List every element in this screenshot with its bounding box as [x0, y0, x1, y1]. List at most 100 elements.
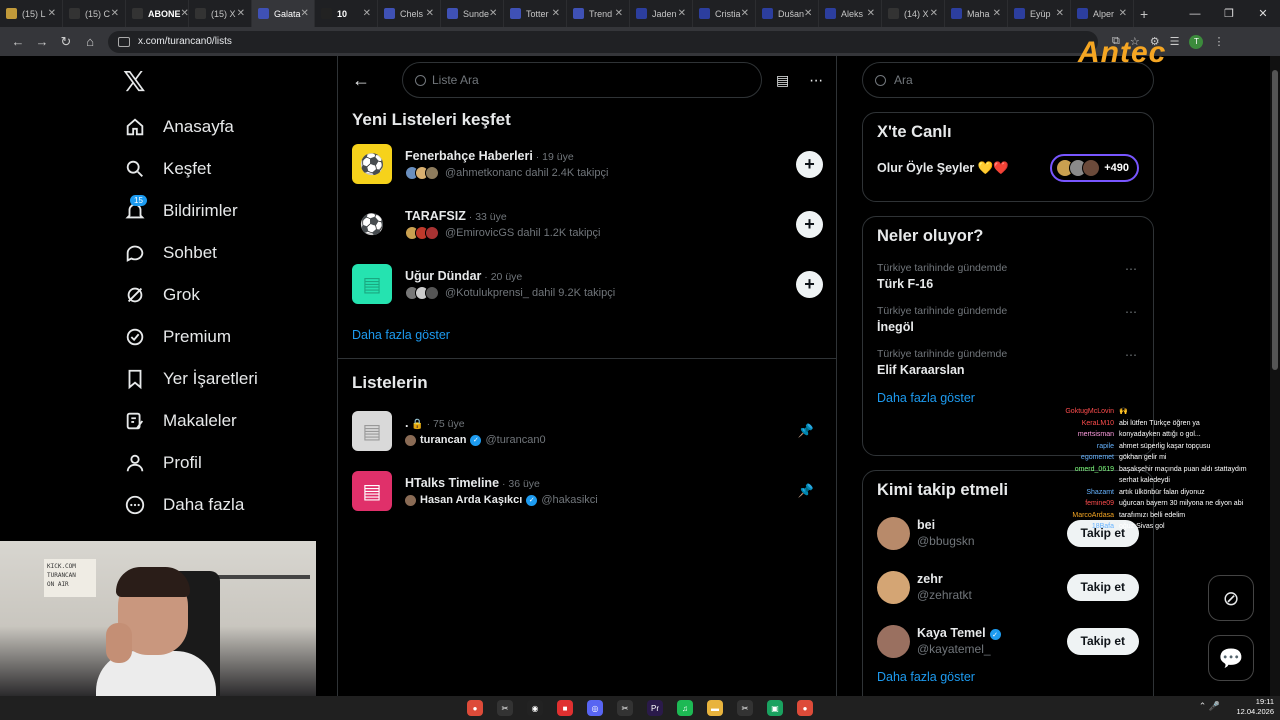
- chat-fab-icon[interactable]: 💬: [1208, 635, 1254, 681]
- suggested-user-row[interactable]: zehr @zehratkt Takip et: [863, 560, 1153, 614]
- browser-tab[interactable]: Maha ✕: [945, 0, 1008, 27]
- taskbar-discord-icon[interactable]: ◎: [587, 700, 603, 716]
- taskbar-capcut3-icon[interactable]: ✂: [737, 700, 753, 716]
- tab-close-icon[interactable]: ✕: [930, 8, 938, 19]
- trend-item[interactable]: Türkiye tarihinde gündemde Elif Karaarsla…: [863, 340, 1153, 383]
- discover-list-item[interactable]: ⚽ TARAFSIZ · 33 üye @EmirovicGS dahil 1.2K…: [338, 194, 836, 254]
- follow-list-plus-button[interactable]: +: [796, 271, 823, 298]
- pin-icon[interactable]: 📌: [798, 423, 814, 439]
- tab-close-icon[interactable]: ✕: [489, 8, 497, 19]
- browser-tab[interactable]: Totter ✕: [504, 0, 567, 27]
- more-options-icon[interactable]: ⋯: [809, 72, 823, 89]
- taskbar-capcut-icon[interactable]: ✂: [497, 700, 513, 716]
- tab-close-icon[interactable]: ✕: [1056, 8, 1064, 19]
- tab-close-icon[interactable]: ✕: [111, 8, 119, 19]
- tab-close-icon[interactable]: ✕: [181, 8, 188, 19]
- taskbar-spotify-icon[interactable]: ♫: [677, 700, 693, 716]
- browser-tab[interactable]: Chels ✕: [378, 0, 441, 27]
- sidebar-item-makaleler[interactable]: Makaleler: [120, 400, 258, 442]
- tab-close-icon[interactable]: ✕: [993, 8, 1001, 19]
- reload-icon[interactable]: ↻: [54, 34, 78, 50]
- discover-list-item[interactable]: ▤ Uğur Dündar · 20 üye @Kotulukprensi_ dah…: [338, 254, 836, 314]
- tab-close-icon[interactable]: ✕: [48, 8, 56, 19]
- follow-button[interactable]: Takip et: [1066, 573, 1139, 601]
- tab-close-icon[interactable]: ✕: [363, 8, 371, 19]
- trends-show-more-link[interactable]: Daha fazla göster: [863, 391, 1153, 405]
- tab-close-icon[interactable]: ✕: [867, 8, 875, 19]
- taskbar-premiere-icon[interactable]: Pr: [647, 700, 663, 716]
- new-tab-icon[interactable]: +: [1134, 0, 1154, 27]
- trend-item[interactable]: Türkiye tarihinde gündemde İnegöl ⋯: [863, 297, 1153, 340]
- tab-close-icon[interactable]: ✕: [1119, 8, 1127, 19]
- home-browser-icon[interactable]: ⌂: [78, 34, 102, 49]
- page-scrollbar[interactable]: [1270, 56, 1280, 696]
- pin-icon[interactable]: 📌: [798, 483, 814, 499]
- follow-list-plus-button[interactable]: +: [796, 211, 823, 238]
- tab-close-icon[interactable]: ✕: [301, 8, 309, 19]
- live-space-row[interactable]: Olur Öyle Şeyler 💛❤️ +490: [863, 142, 1153, 194]
- my-list-item[interactable]: ▤ HTalks Timeline · 36 üye Hasan Arda Kaşı…: [338, 461, 836, 521]
- forward-icon[interactable]: →: [30, 34, 54, 49]
- sidebar-item-yer-i-aretleri[interactable]: Yer İşaretleri: [120, 358, 258, 400]
- browser-tab[interactable]: (15) L ✕: [0, 0, 63, 27]
- scrollbar-thumb[interactable]: [1272, 70, 1278, 370]
- taskbar-capcut2-icon[interactable]: ✂: [617, 700, 633, 716]
- sidebar-item-profil[interactable]: Profil: [120, 442, 258, 484]
- sidebar-item-daha-fazla[interactable]: Daha fazla: [120, 484, 258, 526]
- sidebar-item-bildirimler[interactable]: 15 Bildirimler: [120, 190, 258, 232]
- tray-icons[interactable]: ⌃ 🎤: [1199, 701, 1220, 712]
- taskbar-explorer-icon[interactable]: ▬: [707, 700, 723, 716]
- taskbar-stream-icon[interactable]: ■: [557, 700, 573, 716]
- who-show-more-link[interactable]: Daha fazla göster: [863, 670, 1153, 684]
- sidebar-item-grok[interactable]: Grok: [120, 274, 258, 316]
- taskbar-chrome2-icon[interactable]: ●: [797, 700, 813, 716]
- taskbar-obs-icon[interactable]: ◉: [527, 700, 543, 716]
- browser-tab[interactable]: (15) C ✕: [63, 0, 126, 27]
- tab-close-icon[interactable]: ✕: [552, 8, 560, 19]
- my-list-item[interactable]: ▤ . 🔒 · 75 üye turancan ✓ @turancan0 📌: [338, 401, 836, 461]
- profile-avatar-icon[interactable]: T: [1189, 34, 1204, 49]
- trend-more-icon[interactable]: ⋯: [1125, 348, 1137, 362]
- maximize-icon[interactable]: ❐: [1212, 7, 1246, 20]
- taskbar-app-green-icon[interactable]: ▣: [767, 700, 783, 716]
- list-search-input[interactable]: Liste Ara: [402, 62, 762, 98]
- browser-tab[interactable]: Cristia ✕: [693, 0, 756, 27]
- back-icon[interactable]: ←: [6, 34, 30, 49]
- browser-tab[interactable]: (15) X ✕: [189, 0, 252, 27]
- sidebar-item-sohbet[interactable]: Sohbet: [120, 232, 258, 274]
- tab-close-icon[interactable]: ✕: [615, 8, 623, 19]
- create-list-icon[interactable]: ▤: [776, 72, 789, 89]
- suggested-user-row[interactable]: Kaya Temel ✓ @kayatemel_ Takip et: [863, 614, 1153, 668]
- live-listeners-pill[interactable]: +490: [1050, 154, 1139, 182]
- trend-more-icon[interactable]: ⋯: [1125, 305, 1137, 319]
- tab-close-icon[interactable]: ✕: [237, 8, 245, 19]
- tab-close-icon[interactable]: ✕: [678, 8, 686, 19]
- sidebar-item-ke-fet[interactable]: Keşfet: [120, 148, 258, 190]
- tab-close-icon[interactable]: ✕: [741, 8, 749, 19]
- discover-list-item[interactable]: ⚽ Fenerbahçe Haberleri · 19 üye @ahmetkona…: [338, 134, 836, 194]
- browser-tab[interactable]: 10 ✕: [315, 0, 378, 27]
- follow-list-plus-button[interactable]: +: [796, 151, 823, 178]
- tab-close-icon[interactable]: ✕: [804, 8, 812, 19]
- discover-show-more-link[interactable]: Daha fazla göster: [338, 328, 836, 342]
- x-logo-icon[interactable]: 𝕏: [123, 68, 151, 96]
- taskbar-clock[interactable]: 19:11 12.04.2026: [1236, 697, 1274, 717]
- site-info-icon[interactable]: [118, 36, 130, 47]
- close-window-icon[interactable]: ✕: [1246, 7, 1280, 20]
- grok-fab-icon[interactable]: ⊘: [1208, 575, 1254, 621]
- follow-button[interactable]: Takip et: [1066, 627, 1139, 655]
- browser-tab[interactable]: Eyüp ✕: [1008, 0, 1071, 27]
- sidebar-item-anasayfa[interactable]: Anasayfa: [120, 106, 258, 148]
- trend-more-icon[interactable]: ⋯: [1125, 262, 1137, 276]
- browser-tab[interactable]: (14) X ✕: [882, 0, 945, 27]
- taskbar-chrome-icon[interactable]: ●: [467, 700, 483, 716]
- menu-icon[interactable]: ⋮: [1213, 35, 1224, 48]
- browser-tab[interactable]: Alper ✕: [1071, 0, 1134, 27]
- minimize-icon[interactable]: —: [1178, 8, 1212, 20]
- browser-tab[interactable]: Sunde ✕: [441, 0, 504, 27]
- browser-tab[interactable]: Aleks ✕: [819, 0, 882, 27]
- sidepanel-icon[interactable]: ☰: [1170, 35, 1180, 48]
- browser-tab[interactable]: Galata ✕: [252, 0, 315, 27]
- trend-item[interactable]: Türkiye tarihinde gündemde Türk F-16 ⋯: [863, 254, 1153, 297]
- browser-tab[interactable]: Dušan ✕: [756, 0, 819, 27]
